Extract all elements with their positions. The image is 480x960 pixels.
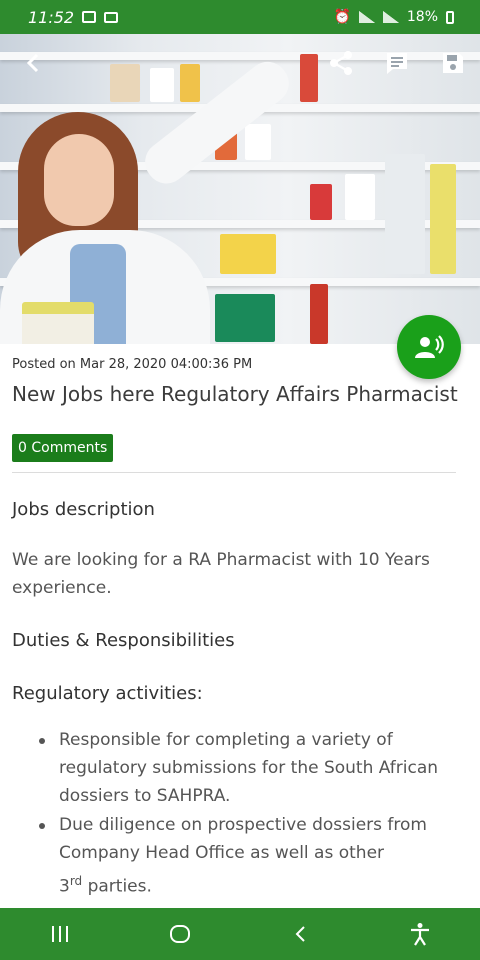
description-heading: Jobs description <box>12 499 155 520</box>
list-item-tail: 3rd parties. <box>59 867 468 901</box>
product-box <box>245 124 271 160</box>
list-item: Responsible for completing a variety of … <box>39 726 468 810</box>
list-item: Due diligence on prospective dossiers fr… <box>39 811 468 901</box>
save-button[interactable] <box>438 48 468 78</box>
pharmacist-face <box>44 134 114 226</box>
product-box <box>430 164 456 274</box>
ordinal-suffix: rd <box>69 874 83 888</box>
regulatory-list: Responsible for completing a variety of … <box>12 726 468 901</box>
product-box <box>310 184 332 220</box>
home-button[interactable] <box>160 914 200 954</box>
product-box <box>385 154 425 274</box>
alarm-icon: ⏰ <box>333 9 351 25</box>
description-text: We are looking for a RA Pharmacist with … <box>12 550 430 598</box>
recent-apps-icon <box>52 926 68 942</box>
battery-percent: 18% <box>406 9 438 25</box>
comment-icon <box>387 53 407 74</box>
ordinal-number: 3 <box>59 876 70 897</box>
product-box <box>220 234 276 274</box>
product-box <box>345 174 375 220</box>
battery-icon <box>446 10 454 24</box>
comments-button[interactable] <box>382 48 412 78</box>
product-box <box>150 68 174 102</box>
home-icon <box>170 925 190 943</box>
chevron-left-icon <box>26 53 39 73</box>
system-nav-bar <box>0 908 480 960</box>
status-time: 11:52 <box>28 7 75 27</box>
list-item-text: Due diligence on prospective dossiers fr… <box>59 815 427 863</box>
recent-apps-button[interactable] <box>40 914 80 954</box>
save-icon <box>443 53 463 73</box>
voice-read-button[interactable] <box>397 315 461 379</box>
product-box <box>300 54 318 102</box>
list-item-text: Responsible for completing a variety of … <box>59 730 439 806</box>
duties-heading: Duties & Responsibilities <box>12 630 235 651</box>
product-box <box>180 64 200 102</box>
comments-count-button[interactable]: 0 Comments <box>12 434 114 462</box>
voice-icon <box>415 335 444 358</box>
product-box <box>110 64 140 102</box>
status-bar: 11:52 ⏰ 18% <box>0 0 480 34</box>
screen-icon <box>104 11 119 23</box>
accessibility-icon <box>411 923 429 946</box>
header-image <box>0 34 480 344</box>
list-item-tail-text: parties. <box>82 876 152 897</box>
product-box <box>215 294 275 342</box>
divider <box>12 472 456 473</box>
share-icon <box>330 51 352 75</box>
back-button[interactable] <box>18 48 48 78</box>
nav-back-button[interactable] <box>280 914 320 954</box>
accessibility-button[interactable] <box>400 914 440 954</box>
message-icon <box>82 11 97 23</box>
regulatory-heading: Regulatory activities: <box>12 683 203 704</box>
signal-icon <box>358 11 375 23</box>
share-button[interactable] <box>326 48 356 78</box>
medicine-box <box>22 302 94 344</box>
product-box <box>310 284 328 344</box>
back-icon <box>295 926 305 942</box>
article-content: Posted on Mar 28, 2020 04:00:36 PM New J… <box>0 344 480 902</box>
signal-icon <box>382 11 399 23</box>
post-title: New Jobs here Regulatory Affairs Pharmac… <box>12 382 458 406</box>
